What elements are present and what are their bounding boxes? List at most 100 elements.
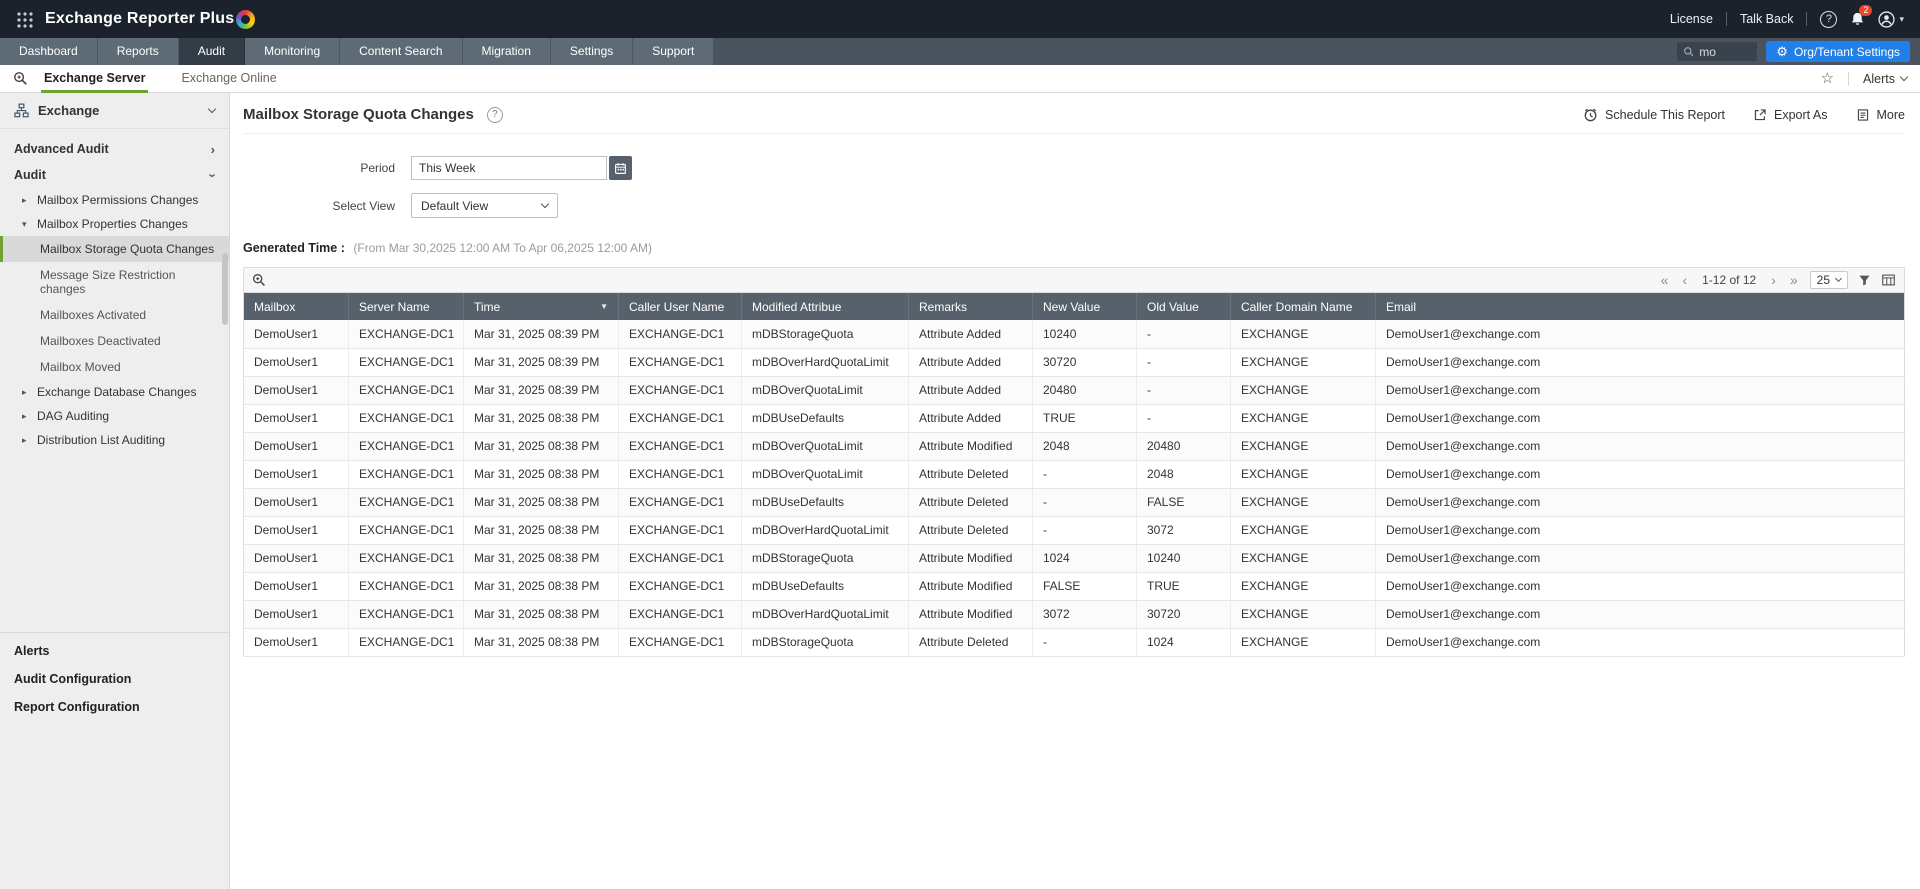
sidebar-item-message-size-restriction-changes[interactable]: Message Size Restriction changes xyxy=(0,262,229,302)
table-row[interactable]: DemoUser1 EXCHANGE-DC1 Mar 31, 2025 08:38 … xyxy=(243,628,1905,657)
license-link[interactable]: License xyxy=(1670,12,1713,26)
sidebar-section-exchange[interactable]: Exchange xyxy=(0,93,229,129)
table-cell: EXCHANGE-DC1 xyxy=(348,460,464,489)
page-size-select[interactable]: 25 xyxy=(1809,271,1848,289)
sidebar-item-audit[interactable]: Audit › xyxy=(0,162,229,188)
sidebar-section-title: Exchange xyxy=(38,103,100,118)
schedule-report-button[interactable]: Schedule This Report xyxy=(1583,107,1725,122)
sidebar-item-exchange-database-changes[interactable]: ▸ Exchange Database Changes xyxy=(0,380,229,404)
column-header-email[interactable]: Email xyxy=(1375,293,1905,320)
column-header-modified-attribue[interactable]: Modified Attribue xyxy=(741,293,909,320)
nav-tab-migration[interactable]: Migration xyxy=(462,38,551,65)
column-header-caller-domain-name[interactable]: Caller Domain Name xyxy=(1230,293,1376,320)
column-chooser-icon[interactable] xyxy=(1881,273,1896,287)
more-button[interactable]: More xyxy=(1856,108,1905,122)
nav-tab-support[interactable]: Support xyxy=(633,38,715,65)
alerts-dropdown[interactable]: Alerts xyxy=(1863,72,1909,86)
help-icon[interactable]: ? xyxy=(1820,10,1838,28)
org-tenant-settings-button[interactable]: ⚙ Org/Tenant Settings xyxy=(1766,41,1910,62)
table-row[interactable]: DemoUser1 EXCHANGE-DC1 Mar 31, 2025 08:38 … xyxy=(243,544,1905,573)
global-search-icon[interactable] xyxy=(13,71,28,86)
sidebar-tree: Advanced Audit › Audit › ▸ Mailbox Permission… xyxy=(0,129,229,452)
table-cell: Attribute Added xyxy=(908,376,1033,405)
table-cell: Mar 31, 2025 08:38 PM xyxy=(463,404,619,433)
favorite-star-icon[interactable]: ☆ xyxy=(1821,71,1834,86)
sidebar-item-mailboxes-deactivated[interactable]: Mailboxes Deactivated xyxy=(0,328,229,354)
calendar-button[interactable] xyxy=(609,156,632,180)
select-view-label: Select View xyxy=(332,198,395,213)
sidebar-item-mailbox-permissions-changes[interactable]: ▸ Mailbox Permissions Changes xyxy=(0,188,229,212)
nav-tab-audit[interactable]: Audit xyxy=(178,38,246,65)
nav-tab-settings[interactable]: Settings xyxy=(550,38,634,65)
table-cell: Mar 31, 2025 08:38 PM xyxy=(463,572,619,601)
table-cell: EXCHANGE-DC1 xyxy=(618,572,742,601)
table-cell: DemoUser1 xyxy=(243,488,349,517)
sidebar-item-mailbox-storage-quota-changes[interactable]: Mailbox Storage Quota Changes xyxy=(0,236,229,262)
table-row[interactable]: DemoUser1 EXCHANGE-DC1 Mar 31, 2025 08:38 … xyxy=(243,460,1905,489)
table-row[interactable]: DemoUser1 EXCHANGE-DC1 Mar 31, 2025 08:38 … xyxy=(243,516,1905,545)
sidebar-footer-alerts[interactable]: Alerts xyxy=(0,637,229,665)
column-header-caller-user-name[interactable]: Caller User Name xyxy=(618,293,742,320)
sidebar-item-distribution-list-auditing[interactable]: ▸ Distribution List Auditing xyxy=(0,428,229,452)
table-cell: EXCHANGE-DC1 xyxy=(618,320,742,349)
table-row[interactable]: DemoUser1 EXCHANGE-DC1 Mar 31, 2025 08:38 … xyxy=(243,600,1905,629)
table-row[interactable]: DemoUser1 EXCHANGE-DC1 Mar 31, 2025 08:38 … xyxy=(243,404,1905,433)
table-toolbar-right: « ‹ 1-12 of 12 › » 25 xyxy=(1659,271,1896,289)
first-page-button[interactable]: « xyxy=(1659,273,1671,287)
subnav-right: ☆ Alerts xyxy=(1821,71,1909,86)
sidebar-item-mailboxes-activated[interactable]: Mailboxes Activated xyxy=(0,302,229,328)
nav-tab-monitoring[interactable]: Monitoring xyxy=(245,38,341,65)
view-select[interactable]: Default View xyxy=(411,193,558,218)
nav-tab-content-search[interactable]: Content Search xyxy=(340,38,463,65)
table-cell: Mar 31, 2025 08:38 PM xyxy=(463,488,619,517)
sidebar-item-advanced-audit[interactable]: Advanced Audit › xyxy=(0,136,229,162)
top-header-left: Exchange Reporter Plus xyxy=(16,9,256,29)
talkback-link[interactable]: Talk Back xyxy=(1740,12,1794,26)
table-row[interactable]: DemoUser1 EXCHANGE-DC1 Mar 31, 2025 08:39 … xyxy=(243,320,1905,349)
table-row[interactable]: DemoUser1 EXCHANGE-DC1 Mar 31, 2025 08:38 … xyxy=(243,488,1905,517)
table-row[interactable]: DemoUser1 EXCHANGE-DC1 Mar 31, 2025 08:39 … xyxy=(243,376,1905,405)
column-header-old-value[interactable]: Old Value xyxy=(1136,293,1231,320)
column-header-server-name[interactable]: Server Name xyxy=(348,293,464,320)
sidebar-item-mailbox-properties-changes[interactable]: ▾ Mailbox Properties Changes xyxy=(0,212,229,236)
sidebar-footer-report-configuration[interactable]: Report Configuration xyxy=(0,693,229,721)
notification-bell-icon[interactable]: 2 xyxy=(1850,5,1873,27)
nav-search-input[interactable] xyxy=(1699,44,1752,59)
nav-tab-dashboard[interactable]: Dashboard xyxy=(0,38,98,65)
nav-search[interactable] xyxy=(1677,42,1758,61)
sidebar-footer-audit-configuration[interactable]: Audit Configuration xyxy=(0,665,229,693)
body: Exchange Advanced Audit › Audit › ▸ Mailbox P… xyxy=(0,93,1920,889)
table-cell: Attribute Deleted xyxy=(908,516,1033,545)
table-cell: - xyxy=(1136,348,1231,377)
apps-grid-icon[interactable] xyxy=(16,10,33,28)
sidebar-item-dag-auditing[interactable]: ▸ DAG Auditing xyxy=(0,404,229,428)
export-as-button[interactable]: Export As xyxy=(1753,108,1828,122)
help-icon[interactable]: ? xyxy=(486,106,503,123)
table-row[interactable]: DemoUser1 EXCHANGE-DC1 Mar 31, 2025 08:38 … xyxy=(243,572,1905,601)
column-header-mailbox[interactable]: Mailbox xyxy=(243,293,349,320)
divider xyxy=(1806,12,1808,26)
sidebar-item-mailbox-moved[interactable]: Mailbox Moved xyxy=(0,354,229,380)
prev-page-button[interactable]: ‹ xyxy=(1680,273,1689,287)
next-page-button[interactable]: › xyxy=(1769,273,1778,287)
table-cell: - xyxy=(1032,488,1137,517)
column-header-remarks[interactable]: Remarks xyxy=(908,293,1033,320)
user-account-menu[interactable]: ▾ xyxy=(1878,10,1904,28)
table-row[interactable]: DemoUser1 EXCHANGE-DC1 Mar 31, 2025 08:39 … xyxy=(243,348,1905,377)
filter-icon[interactable] xyxy=(1858,274,1871,287)
table-row[interactable]: DemoUser1 EXCHANGE-DC1 Mar 31, 2025 08:38 … xyxy=(243,432,1905,461)
table-cell: mDBOverQuotaLimit xyxy=(741,376,909,405)
column-header-new-value[interactable]: New Value xyxy=(1032,293,1137,320)
last-page-button[interactable]: » xyxy=(1788,273,1800,287)
column-header-time[interactable]: Time ▼ xyxy=(463,293,619,320)
subnav-tab-exchange-online[interactable]: Exchange Online xyxy=(178,65,279,93)
nav-tab-reports[interactable]: Reports xyxy=(97,38,179,65)
sub-nav: Exchange Server Exchange Online ☆ Alerts xyxy=(0,65,1920,93)
period-input[interactable] xyxy=(411,156,607,180)
subnav-tab-exchange-server[interactable]: Exchange Server xyxy=(41,65,148,93)
divider xyxy=(1848,71,1850,86)
table-cell: DemoUser1@exchange.com xyxy=(1375,460,1905,489)
column-header-label: Remarks xyxy=(919,299,968,314)
table-search-icon[interactable] xyxy=(252,273,266,287)
sidebar-scrollbar[interactable] xyxy=(222,253,228,325)
